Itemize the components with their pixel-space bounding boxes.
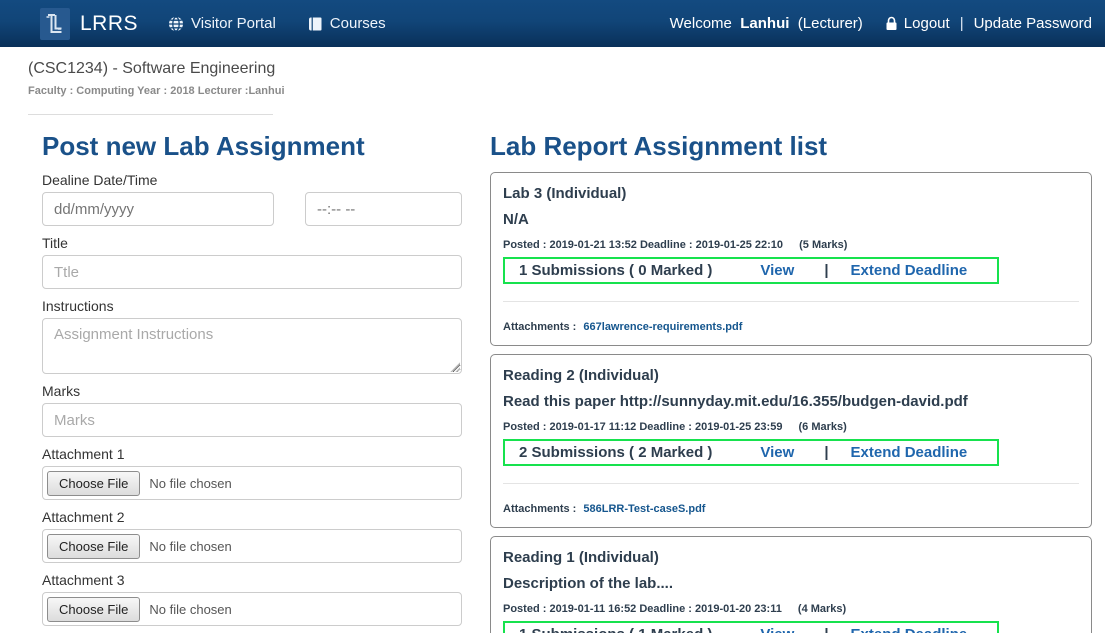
attachment-3-filebox: Choose File No file chosen xyxy=(42,592,462,626)
attachments-label: Attachments : xyxy=(503,503,576,515)
attachment-file-link[interactable]: 667lawrence-requirements.pdf xyxy=(583,321,742,333)
attachments-label: Attachments : xyxy=(503,321,576,333)
extend-deadline-link[interactable]: Extend Deadline xyxy=(851,262,968,279)
instructions-textarea[interactable] xyxy=(42,318,462,374)
book-icon xyxy=(308,16,323,32)
username: Lanhui xyxy=(740,15,789,32)
choose-file-button[interactable]: Choose File xyxy=(47,534,140,559)
marks-badge: (6 Marks) xyxy=(799,421,847,433)
choose-file-button[interactable]: Choose File xyxy=(47,471,140,496)
instructions-label: Instructions xyxy=(42,298,462,314)
nav-links: Visitor Portal Courses xyxy=(168,15,386,32)
marks-badge: (5 Marks) xyxy=(799,239,847,251)
navbar: LRRS Visitor Portal Courses xyxy=(0,0,1105,47)
view-link[interactable]: View xyxy=(760,444,794,461)
form-heading: Post new Lab Assignment xyxy=(42,131,462,162)
user-role: (Lecturer) xyxy=(798,15,863,32)
marks-input[interactable] xyxy=(42,403,462,437)
link-separator: | xyxy=(824,626,828,633)
deadline-date-input[interactable] xyxy=(42,192,274,226)
course-meta: Faculty : Computing Year : 2018 Lecturer… xyxy=(28,85,1105,97)
attachment-3-label: Attachment 3 xyxy=(42,572,462,588)
course-title: (CSC1234) - Software Engineering xyxy=(28,60,1105,78)
file-status: No file chosen xyxy=(149,476,231,491)
assignment-description: Read this paper http://sunnyday.mit.edu/… xyxy=(503,391,1079,413)
welcome-text: Welcome Lanhui (Lecturer) xyxy=(670,15,863,32)
nav-visitor-portal[interactable]: Visitor Portal xyxy=(168,15,276,32)
view-link[interactable]: View xyxy=(760,262,794,279)
attachment-2-filebox: Choose File No file chosen xyxy=(42,529,462,563)
link-separator: | xyxy=(824,262,828,279)
submissions-box: 1 Submissions ( 1 Marked ) View | Extend… xyxy=(503,621,999,633)
course-divider xyxy=(28,114,273,115)
submissions-box: 1 Submissions ( 0 Marked ) View | Extend… xyxy=(503,257,999,284)
list-heading: Lab Report Assignment list xyxy=(490,131,1092,162)
post-assignment-form: Post new Lab Assignment Dealine Date/Tim… xyxy=(42,125,462,633)
assignment-card: Lab 3 (Individual) N/A Posted : 2019-01-… xyxy=(490,172,1092,346)
marks-label: Marks xyxy=(42,383,462,399)
title-label: Title xyxy=(42,235,462,251)
nav-visitor-portal-label: Visitor Portal xyxy=(191,15,276,32)
file-status: No file chosen xyxy=(149,602,231,617)
navbar-right: Welcome Lanhui (Lecturer) Logout | Updat… xyxy=(670,15,1092,32)
attachments-row: Attachments : 586LRR-Test-caseS.pdf xyxy=(503,503,1079,515)
assignment-title: Lab 3 (Individual) xyxy=(503,183,1079,205)
deadline-time-input[interactable] xyxy=(305,192,462,226)
deadline-label: Dealine Date/Time xyxy=(42,172,462,188)
globe-icon xyxy=(168,16,184,32)
view-link[interactable]: View xyxy=(760,626,794,633)
assignment-card: Reading 2 (Individual) Read this paper h… xyxy=(490,354,1092,528)
assignment-title: Reading 2 (Individual) xyxy=(503,365,1079,387)
assignment-title: Reading 1 (Individual) xyxy=(503,547,1079,569)
card-divider xyxy=(503,483,1079,484)
file-status: No file chosen xyxy=(149,539,231,554)
submissions-count: 2 Submissions ( 2 Marked ) xyxy=(519,444,712,461)
update-password-link[interactable]: Update Password xyxy=(974,15,1092,32)
submissions-box: 2 Submissions ( 2 Marked ) View | Extend… xyxy=(503,439,999,466)
logout-link[interactable]: Logout xyxy=(904,15,950,32)
choose-file-button[interactable]: Choose File xyxy=(47,597,140,622)
assignment-list: Lab Report Assignment list Lab 3 (Indivi… xyxy=(490,125,1092,633)
attachment-file-link[interactable]: 586LRR-Test-caseS.pdf xyxy=(583,503,705,515)
submissions-count: 1 Submissions ( 1 Marked ) xyxy=(519,626,712,633)
posted-line: Posted : 2019-01-17 11:12 Deadline : 201… xyxy=(503,421,1079,433)
posted-line: Posted : 2019-01-21 13:52 Deadline : 201… xyxy=(503,239,1079,251)
assignment-description: N/A xyxy=(503,209,1079,231)
extend-deadline-link[interactable]: Extend Deadline xyxy=(851,626,968,633)
brand-label: LRRS xyxy=(80,12,138,36)
marks-badge: (4 Marks) xyxy=(798,603,846,615)
posted-line: Posted : 2019-01-11 16:52 Deadline : 201… xyxy=(503,603,1079,615)
course-header: (CSC1234) - Software Engineering Faculty… xyxy=(28,60,1105,115)
nav-separator: | xyxy=(960,15,964,32)
nav-courses-label: Courses xyxy=(330,15,386,32)
attachment-1-label: Attachment 1 xyxy=(42,446,462,462)
attachment-1-filebox: Choose File No file chosen xyxy=(42,466,462,500)
submissions-count: 1 Submissions ( 0 Marked ) xyxy=(519,262,712,279)
lock-icon xyxy=(885,16,898,31)
brand[interactable]: LRRS xyxy=(40,8,138,40)
card-divider xyxy=(503,301,1079,302)
assignment-description: Description of the lab.... xyxy=(503,573,1079,595)
assignment-card: Reading 1 (Individual) Description of th… xyxy=(490,536,1092,633)
attachment-2-label: Attachment 2 xyxy=(42,509,462,525)
lrrs-logo-icon xyxy=(40,8,70,40)
extend-deadline-link[interactable]: Extend Deadline xyxy=(851,444,968,461)
link-separator: | xyxy=(824,444,828,461)
attachments-row: Attachments : 667lawrence-requirements.p… xyxy=(503,321,1079,333)
title-input[interactable] xyxy=(42,255,462,289)
nav-courses[interactable]: Courses xyxy=(308,15,386,32)
